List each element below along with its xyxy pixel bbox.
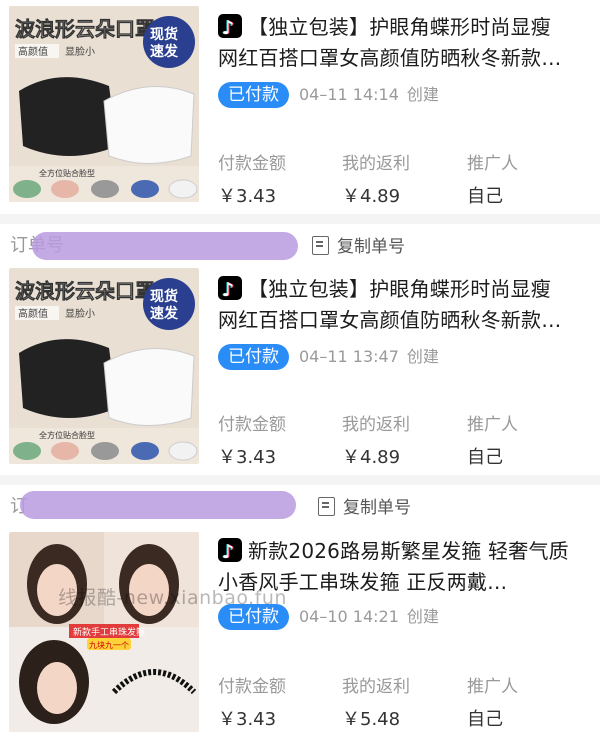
promoter-label: 推广人 [467, 677, 518, 697]
douyin-icon [218, 537, 242, 568]
order-id-bar: 订单号 复制单号 [0, 224, 600, 264]
svg-text:速发: 速发 [150, 305, 179, 322]
status-badge: 已付款 [218, 82, 289, 108]
amount-value: ￥3.43 [218, 709, 277, 730]
svg-text:显脸小: 显脸小 [65, 307, 95, 320]
svg-text:高颜值: 高颜值 [18, 307, 48, 320]
amount-label: 付款金额 [218, 415, 286, 435]
divider [0, 214, 600, 224]
amount-label: 付款金额 [218, 154, 286, 174]
redacted-order-id [32, 232, 298, 260]
promoter-value: 自己 [467, 709, 503, 730]
copy-order-id-button[interactable]: 复制单号 [312, 232, 405, 257]
created-time: 04–11 14:14 创建 [299, 85, 439, 104]
product-thumbnail[interactable]: 波浪形云朵口罩 高颜值 显脸小 现货 速发 全方位贴合脸型 [9, 6, 199, 202]
product-title[interactable]: 【独立包装】护眼角蝶形时尚显瘦 网红百搭口罩女高颜值防晒秋冬新款… [218, 12, 590, 74]
rebate-value: ￥5.48 [342, 709, 401, 730]
copy-order-id-button[interactable]: 复制单号 [318, 493, 411, 518]
image-headline: 波浪形云朵口罩 [15, 279, 155, 303]
watermark: 线报酷-new.xianbao.fun [58, 587, 287, 609]
svg-text:新款手工串珠发箍: 新款手工串珠发箍 [73, 626, 145, 638]
order-card-3[interactable]: 新款手工串珠发箍 九块九一个 新款2026路易斯繁星发箍 轻奢气质 小香风手工串… [0, 524, 600, 747]
rebate-label: 我的返利 [342, 677, 410, 697]
rebate-label: 我的返利 [342, 415, 410, 435]
created-time: 04–10 14:21 创建 [299, 607, 439, 626]
promoter-label: 推广人 [467, 154, 518, 174]
svg-text:速发: 速发 [150, 43, 179, 60]
amount-value: ￥3.43 [218, 186, 277, 207]
svg-text:全方位贴合脸型: 全方位贴合脸型 [39, 430, 95, 440]
promoter-value: 自己 [467, 186, 503, 207]
svg-text:九块九一个: 九块九一个 [89, 640, 129, 650]
svg-text:高颜值: 高颜值 [18, 45, 48, 58]
svg-text:全方位贴合脸型: 全方位贴合脸型 [39, 168, 95, 178]
svg-text:显脸小: 显脸小 [65, 45, 95, 58]
product-title[interactable]: 【独立包装】护眼角蝶形时尚显瘦 网红百搭口罩女高颜值防晒秋冬新款… [218, 274, 590, 336]
promoter-value: 自己 [467, 447, 503, 468]
svg-text:现货: 现货 [150, 288, 178, 305]
copy-icon [318, 497, 335, 516]
douyin-icon [218, 275, 242, 306]
product-thumbnail[interactable]: 新款手工串珠发箍 九块九一个 [9, 532, 199, 732]
rebate-label: 我的返利 [342, 154, 410, 174]
created-time: 04–11 13:47 创建 [299, 347, 439, 366]
order-card-1[interactable]: 波浪形云朵口罩 高颜值 显脸小 现货 速发 全方位贴合脸型 【独立包装】护眼角蝶… [0, 0, 600, 210]
image-headline: 波浪形云朵口罩 [15, 17, 155, 41]
copy-icon [312, 236, 329, 255]
redacted-order-id [20, 491, 296, 519]
promoter-label: 推广人 [467, 415, 518, 435]
order-card-2[interactable]: 波浪形云朵口罩 高颜值 显脸小 现货 速发 全方位贴合脸型 【独立包装】护眼角蝶… [0, 262, 600, 472]
divider [0, 475, 600, 485]
product-thumbnail[interactable]: 波浪形云朵口罩 高颜值 显脸小 现货 速发 全方位贴合脸型 [9, 268, 199, 464]
svg-text:现货: 现货 [150, 26, 178, 43]
order-id-bar: 订 复制单号 [0, 485, 600, 525]
status-badge: 已付款 [218, 344, 289, 370]
amount-value: ￥3.43 [218, 447, 277, 468]
rebate-value: ￥4.89 [342, 186, 401, 207]
douyin-icon [218, 13, 242, 44]
amount-label: 付款金额 [218, 677, 286, 697]
rebate-value: ￥4.89 [342, 447, 401, 468]
